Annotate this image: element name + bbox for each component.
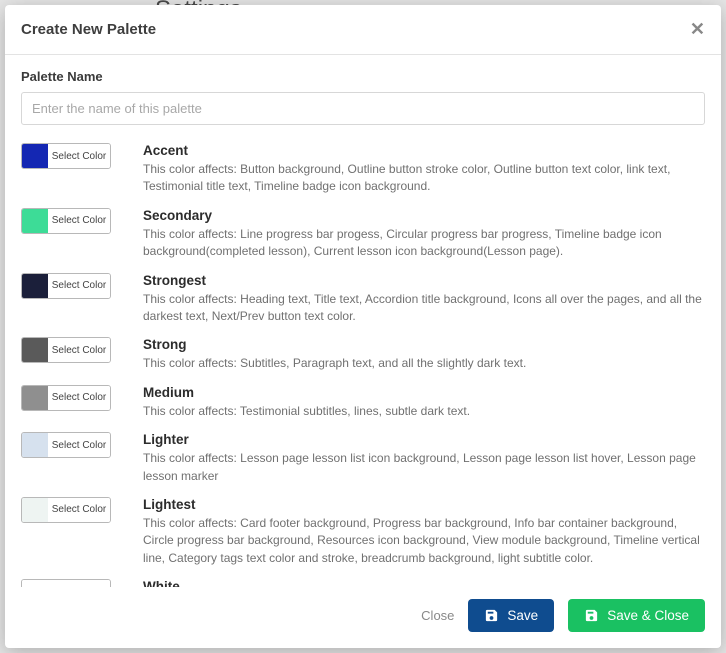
color-title: Lighter: [143, 432, 705, 447]
swatch-icon: [22, 580, 48, 587]
color-title: Strong: [143, 337, 705, 352]
color-title: Medium: [143, 385, 705, 400]
swatch-icon: [22, 274, 48, 298]
palette-name-input[interactable]: [21, 92, 705, 125]
create-palette-modal: Create New Palette ✕ Palette Name Select…: [5, 5, 721, 648]
color-row-strong: Select Color Strong This color affects: …: [21, 337, 705, 372]
modal-footer: Close Save Save & Close: [5, 587, 721, 648]
color-title: Secondary: [143, 208, 705, 223]
color-row-white: Select Color White This color affects: B…: [21, 579, 705, 587]
color-row-medium: Select Color Medium This color affects: …: [21, 385, 705, 420]
select-color-label: Select Color: [48, 580, 110, 587]
select-color-label: Select Color: [48, 433, 110, 457]
modal-header: Create New Palette ✕: [5, 5, 721, 55]
color-row-accent: Select Color Accent This color affects: …: [21, 143, 705, 196]
save-close-button-label: Save & Close: [607, 608, 689, 623]
color-title: Accent: [143, 143, 705, 158]
swatch-icon: [22, 209, 48, 233]
save-icon: [484, 608, 499, 623]
select-color-label: Select Color: [48, 498, 110, 522]
swatch-icon: [22, 433, 48, 457]
select-color-label: Select Color: [48, 274, 110, 298]
modal-title: Create New Palette: [21, 21, 156, 38]
color-desc: This color affects: Button background, O…: [143, 161, 705, 196]
color-title: White: [143, 579, 705, 587]
palette-name-label: Palette Name: [21, 69, 705, 84]
save-button-label: Save: [507, 608, 538, 623]
select-color-medium[interactable]: Select Color: [21, 385, 111, 411]
close-button[interactable]: Close: [421, 608, 454, 623]
select-color-label: Select Color: [48, 386, 110, 410]
color-desc: This color affects: Heading text, Title …: [143, 291, 705, 326]
save-close-button[interactable]: Save & Close: [568, 599, 705, 632]
color-desc: This color affects: Subtitles, Paragraph…: [143, 355, 705, 372]
save-button[interactable]: Save: [468, 599, 554, 632]
select-color-label: Select Color: [48, 338, 110, 362]
select-color-secondary[interactable]: Select Color: [21, 208, 111, 234]
select-color-white[interactable]: Select Color: [21, 579, 111, 587]
swatch-icon: [22, 386, 48, 410]
color-row-strongest: Select Color Strongest This color affect…: [21, 273, 705, 326]
color-desc: This color affects: Card footer backgrou…: [143, 515, 705, 567]
save-icon: [584, 608, 599, 623]
color-desc: This color affects: Lesson page lesson l…: [143, 450, 705, 485]
select-color-label: Select Color: [48, 144, 110, 168]
swatch-icon: [22, 498, 48, 522]
color-row-lightest: Select Color Lightest This color affects…: [21, 497, 705, 567]
select-color-strongest[interactable]: Select Color: [21, 273, 111, 299]
color-desc: This color affects: Line progress bar pr…: [143, 226, 705, 261]
select-color-lighter[interactable]: Select Color: [21, 432, 111, 458]
select-color-label: Select Color: [48, 209, 110, 233]
select-color-strong[interactable]: Select Color: [21, 337, 111, 363]
close-icon[interactable]: ✕: [690, 19, 705, 40]
color-row-lighter: Select Color Lighter This color affects:…: [21, 432, 705, 485]
select-color-accent[interactable]: Select Color: [21, 143, 111, 169]
modal-body: Palette Name Select Color Accent This co…: [5, 55, 721, 587]
color-row-secondary: Select Color Secondary This color affect…: [21, 208, 705, 261]
color-title: Lightest: [143, 497, 705, 512]
color-desc: This color affects: Testimonial subtitle…: [143, 403, 705, 420]
select-color-lightest[interactable]: Select Color: [21, 497, 111, 523]
color-title: Strongest: [143, 273, 705, 288]
swatch-icon: [22, 338, 48, 362]
swatch-icon: [22, 144, 48, 168]
